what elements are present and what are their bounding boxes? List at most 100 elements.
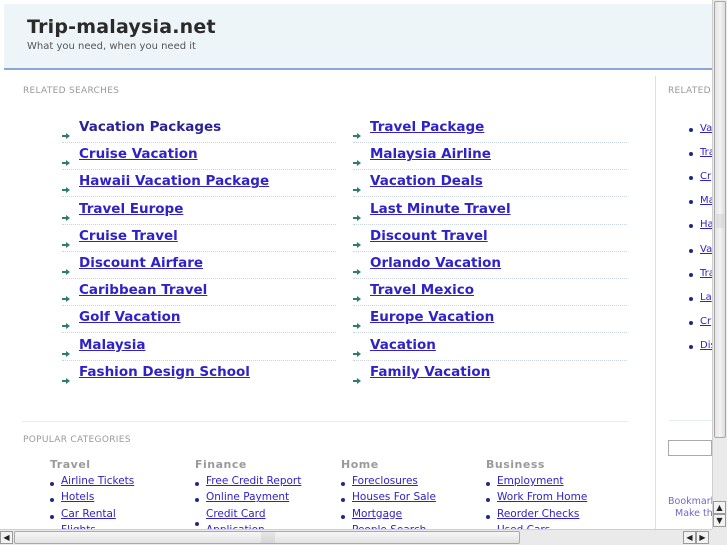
related-search-link[interactable]: Vacation Deals bbox=[370, 173, 483, 189]
related-search-link[interactable]: Travel Mexico bbox=[370, 282, 474, 298]
arrow-right-icon bbox=[353, 261, 361, 275]
related-search-item: Vacation Deals bbox=[353, 170, 627, 198]
bullet-icon bbox=[486, 482, 490, 486]
bullet-icon bbox=[195, 521, 199, 526]
related-search-link[interactable]: Malaysia bbox=[79, 337, 145, 353]
related-search-link[interactable]: Europe Vacation bbox=[370, 309, 494, 325]
related-search-link[interactable]: Caribbean Travel bbox=[79, 282, 207, 298]
arrow-right-icon bbox=[62, 207, 70, 221]
related-search-link[interactable]: Travel Europe bbox=[79, 201, 183, 217]
sidebar-related-link[interactable]: Ma bbox=[700, 195, 712, 206]
scroll-up-button[interactable]: ▲ bbox=[713, 501, 726, 514]
sidebar-related-link[interactable]: Dis bbox=[700, 340, 712, 351]
arrow-right-icon bbox=[62, 179, 70, 194]
arrow-up-icon: ▲ bbox=[716, 503, 723, 512]
category-heading: Finance bbox=[195, 458, 247, 471]
arrow-right-icon bbox=[62, 315, 70, 330]
related-search-item: Cruise Travel bbox=[62, 225, 336, 252]
related-search-item: Vacation Packages bbox=[62, 116, 336, 143]
related-search-link[interactable]: Last Minute Travel bbox=[370, 201, 511, 217]
site-title: Trip-malaysia.net bbox=[27, 16, 216, 38]
category-link[interactable]: Online Payment bbox=[206, 491, 289, 503]
related-search-link[interactable]: Fashion Design School bbox=[79, 364, 250, 380]
related-search-link[interactable]: Malaysia Airline bbox=[370, 146, 491, 162]
scrollbar-corner bbox=[712, 529, 727, 545]
sidebar-related-label: RELATED bbox=[668, 86, 711, 96]
arrow-right-icon bbox=[353, 343, 361, 357]
category-link[interactable]: Houses For Sale bbox=[352, 491, 436, 503]
scroll-left-button-end[interactable]: ◀ bbox=[683, 531, 696, 544]
vertical-scroll-thumb[interactable] bbox=[714, 1, 726, 438]
sidebar-related-link[interactable]: Ha bbox=[700, 219, 712, 230]
sidebar-related-link[interactable]: Cr bbox=[700, 171, 711, 182]
bullet-icon bbox=[689, 296, 693, 301]
related-search-link[interactable]: Discount Travel bbox=[370, 228, 488, 244]
bullet-icon bbox=[341, 482, 345, 486]
site-tagline: What you need, when you need it bbox=[27, 41, 196, 52]
related-search-item: Last Minute Travel bbox=[353, 198, 627, 225]
related-searches-label: RELATED SEARCHES bbox=[23, 86, 120, 96]
category-link[interactable]: Hotels bbox=[61, 491, 94, 503]
category-link[interactable]: Employment bbox=[497, 475, 564, 487]
popular-categories-label: POPULAR CATEGORIES bbox=[23, 435, 131, 445]
horizontal-scrollbar[interactable]: ◀ ◀ ▶ bbox=[0, 529, 712, 545]
related-search-item: Malaysia Airline bbox=[353, 143, 627, 171]
category-link[interactable]: Mortgage bbox=[352, 508, 402, 520]
bullet-icon bbox=[195, 482, 199, 486]
category-link[interactable]: Car Rental bbox=[61, 508, 116, 520]
arrow-right-icon bbox=[62, 261, 70, 275]
sidebar-related-link[interactable]: Va bbox=[700, 244, 712, 255]
make-homepage-link[interactable]: Make thi bbox=[675, 508, 712, 519]
arrow-right-icon bbox=[353, 370, 361, 384]
bullet-icon bbox=[50, 498, 54, 503]
related-search-link[interactable]: Cruise Travel bbox=[79, 228, 178, 244]
sidebar-related-link[interactable]: Va bbox=[700, 123, 712, 134]
arrow-right-icon bbox=[353, 234, 361, 248]
related-search-link[interactable]: Vacation Packages bbox=[79, 119, 221, 135]
bullet-icon bbox=[486, 498, 490, 503]
bullet-icon bbox=[195, 498, 199, 503]
related-search-link[interactable]: Orlando Vacation bbox=[370, 255, 501, 271]
sidebar-related-link[interactable]: La bbox=[700, 292, 712, 303]
sidebar-related-link[interactable]: Cr bbox=[700, 316, 711, 327]
related-search-item: Travel Package bbox=[353, 116, 627, 143]
arrow-right-icon bbox=[62, 343, 70, 357]
related-search-item: Hawaii Vacation Package bbox=[62, 170, 336, 198]
bookmark-link[interactable]: Bookmark bbox=[668, 496, 712, 507]
related-search-link[interactable]: Vacation bbox=[370, 337, 436, 353]
arrow-right-icon bbox=[62, 234, 70, 248]
sidebar-related-link[interactable]: Tra bbox=[700, 147, 712, 158]
page-viewport: Trip-malaysia.net What you need, when yo… bbox=[0, 0, 712, 529]
arrow-right-icon bbox=[62, 152, 70, 167]
bullet-icon bbox=[689, 320, 693, 325]
sidebar-search-input[interactable] bbox=[668, 440, 712, 456]
arrow-right-icon bbox=[62, 288, 70, 303]
category-link[interactable]: Foreclosures bbox=[352, 475, 418, 487]
category-link[interactable]: Airline Tickets bbox=[61, 475, 134, 487]
related-search-link[interactable]: Cruise Vacation bbox=[79, 146, 198, 162]
related-search-link[interactable]: Travel Package bbox=[370, 119, 484, 135]
grip-icon bbox=[261, 531, 275, 543]
related-search-item: Golf Vacation bbox=[62, 306, 336, 334]
arrow-right-icon bbox=[353, 179, 361, 194]
bullet-icon bbox=[341, 514, 345, 519]
scroll-left-button[interactable]: ◀ bbox=[0, 531, 13, 544]
related-search-link[interactable]: Family Vacation bbox=[370, 364, 490, 380]
category-link[interactable]: Work From Home bbox=[497, 491, 587, 503]
bullet-icon bbox=[689, 344, 693, 349]
related-search-link[interactable]: Hawaii Vacation Package bbox=[79, 173, 269, 189]
related-search-item: Discount Travel bbox=[353, 225, 627, 252]
category-heading: Home bbox=[341, 458, 379, 471]
site-header: Trip-malaysia.net What you need, when yo… bbox=[4, 4, 712, 70]
category-link[interactable]: Free Credit Report bbox=[206, 475, 301, 487]
related-search-link[interactable]: Discount Airfare bbox=[79, 255, 203, 271]
horizontal-scroll-thumb[interactable] bbox=[14, 531, 520, 544]
related-search-link[interactable]: Golf Vacation bbox=[79, 309, 180, 325]
sidebar-related-link[interactable]: Tra bbox=[700, 268, 712, 279]
category-link[interactable]: Credit Card bbox=[206, 508, 265, 520]
scroll-right-button[interactable]: ▶ bbox=[696, 531, 709, 544]
vertical-scrollbar[interactable]: ▲ ▼ bbox=[712, 0, 727, 529]
arrow-down-icon: ▼ bbox=[716, 516, 723, 525]
scroll-down-button[interactable]: ▼ bbox=[713, 514, 726, 527]
category-link[interactable]: Reorder Checks bbox=[497, 508, 579, 520]
